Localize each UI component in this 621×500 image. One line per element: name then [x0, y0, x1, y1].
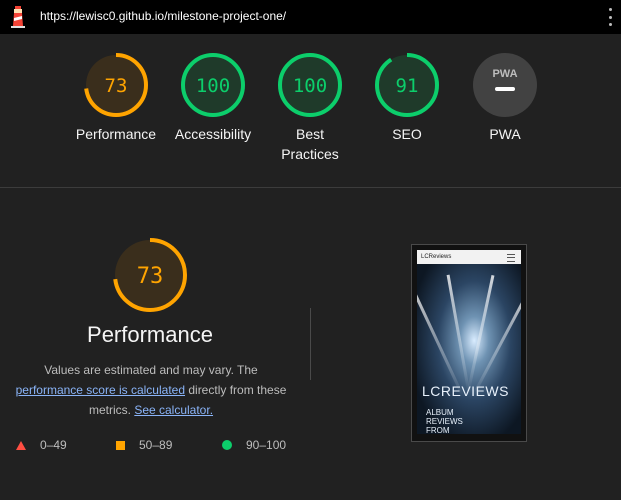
performance-score-link[interactable]: performance score is calculated: [16, 383, 185, 397]
page-screenshot-thumbnail[interactable]: LCReviews LCREVIEWS ALBUM REVIEWS FROM: [411, 244, 527, 442]
gauge-best-practices-score: 100: [293, 75, 327, 97]
gauge-seo-label: SEO: [392, 126, 422, 142]
legend-pass: 90–100: [222, 438, 286, 452]
hamburger-menu-icon: [507, 254, 515, 262]
pwa-badge-icon: PWA: [473, 53, 537, 117]
lighthouse-icon: [11, 6, 25, 28]
performance-title: Performance: [87, 322, 213, 347]
gauge-accessibility-label: Accessibility: [174, 126, 252, 142]
top-bar: https://lewisc0.github.io/milestone-proj…: [0, 0, 621, 34]
legend-pass-range: 90–100: [246, 438, 287, 452]
thumb-brand: LCReviews: [421, 254, 452, 260]
vertical-divider: [310, 308, 311, 380]
gauge-seo[interactable]: 91 SEO: [352, 52, 462, 144]
desc-text-1: Values are estimated and may vary. The: [44, 363, 258, 377]
gauge-performance-label: Performance: [75, 126, 157, 142]
gauge-performance-score: 73: [105, 75, 128, 97]
legend-fail-range: 0–49: [40, 438, 67, 452]
gauge-seo-score: 91: [396, 75, 419, 97]
gauge-accessibility-score: 100: [196, 75, 230, 97]
page-url: https://lewisc0.github.io/milestone-proj…: [40, 9, 287, 23]
thumb-headline: LCREVIEWS: [422, 383, 509, 399]
legend-fail: 0–49: [16, 438, 67, 452]
gauge-pwa-label: PWA: [489, 126, 521, 142]
gauge-best-practices-label: Best Practices: [281, 126, 339, 162]
thumb-navbar: LCReviews: [417, 250, 521, 264]
section-divider: [0, 187, 621, 188]
legend-average-range: 50–89: [139, 438, 173, 452]
gauge-accessibility[interactable]: 100 Accessibility: [158, 52, 268, 144]
pwa-badge-text: PWA: [492, 68, 517, 80]
performance-description: Values are estimated and may vary. The p…: [10, 360, 292, 420]
gauge-performance-ring: 73: [84, 53, 148, 117]
performance-score-large: 73: [137, 264, 164, 289]
legend-average: 50–89: [116, 438, 172, 452]
concert-hero-image: LCREVIEWS ALBUM REVIEWS FROM: [417, 264, 521, 434]
see-calculator-link[interactable]: See calculator.: [134, 403, 213, 417]
performance-gauge-large: 73: [113, 238, 187, 312]
gauge-performance[interactable]: 73 Performance: [61, 52, 171, 144]
square-icon: [116, 440, 125, 450]
more-options-icon[interactable]: [607, 8, 613, 26]
gauge-best-practices-ring: 100: [278, 53, 342, 117]
gauge-accessibility-ring: 100: [181, 53, 245, 117]
gauge-seo-ring: 91: [375, 53, 439, 117]
gauge-best-practices[interactable]: 100 Best Practices: [255, 52, 365, 164]
score-gauges: 73 Performance 100 Accessibility 100 Bes…: [0, 34, 621, 187]
thumb-subtitle: ALBUM REVIEWS FROM: [426, 408, 463, 434]
triangle-icon: [16, 440, 26, 450]
circle-icon: [222, 440, 232, 450]
gauge-pwa[interactable]: PWA PWA: [450, 52, 560, 144]
